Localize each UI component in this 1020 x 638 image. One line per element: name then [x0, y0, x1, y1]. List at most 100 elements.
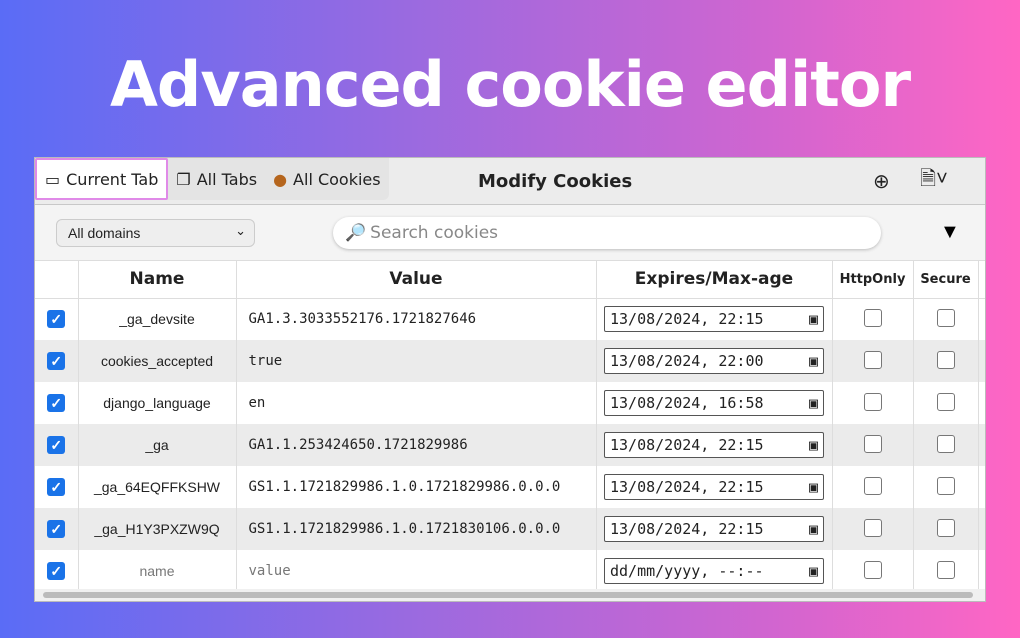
tab-all-cookies[interactable]: ●All Cookies: [265, 158, 389, 200]
secure-cell: [913, 550, 978, 592]
horizontal-scrollbar[interactable]: [35, 589, 986, 601]
expires-value: 13/08/2024, 22:15: [610, 436, 764, 454]
row-checkbox[interactable]: ✓: [47, 394, 65, 412]
calendar-icon[interactable]: ▣: [809, 562, 818, 580]
banner-title: Advanced cookie editor: [0, 48, 1020, 121]
more-cell: [978, 298, 986, 340]
cookie-value: value: [249, 563, 291, 579]
cookie-value: GS1.1.1721829986.1.0.1721829986.0.0.0: [249, 479, 561, 495]
tab-current-tab[interactable]: ▭Current Tab: [35, 158, 168, 200]
expires-input[interactable]: 13/08/2024, 22:15 ▣: [604, 474, 824, 500]
calendar-icon[interactable]: ▣: [809, 394, 818, 412]
name-cell[interactable]: cookies_accepted: [78, 340, 236, 382]
header-value[interactable]: Value: [236, 261, 596, 298]
row-checkbox[interactable]: ✓: [47, 436, 65, 454]
domain-select-value: All domains: [68, 225, 140, 241]
more-cell: [978, 424, 986, 466]
row-checkbox[interactable]: ✓: [47, 520, 65, 538]
tab-all-tabs[interactable]: ❐All Tabs: [168, 158, 265, 200]
header-secure[interactable]: Secure: [913, 261, 978, 298]
expires-input[interactable]: 13/08/2024, 22:00▣: [604, 348, 824, 374]
cookie-name: _ga: [145, 437, 168, 453]
name-cell[interactable]: _ga_64EQFFKSHW: [78, 466, 236, 508]
expires-input[interactable]: 13/08/2024, 22:15▣: [604, 516, 824, 542]
httponly-checkbox[interactable]: [864, 519, 882, 537]
value-cell[interactable]: GA1.1.253424650.1721829986: [236, 424, 596, 466]
window-icon: ▭: [45, 170, 60, 189]
secure-cell: [913, 382, 978, 424]
domain-select[interactable]: All domains⌄: [56, 219, 255, 247]
value-cell[interactable]: GS1.1.1721829986.1.0.1721829986.0.0.0: [236, 466, 596, 508]
filter-icon[interactable]: ▼: [940, 221, 960, 244]
secure-checkbox[interactable]: [937, 435, 955, 453]
httponly-checkbox[interactable]: [864, 393, 882, 411]
export-menu-icon[interactable]: 🗎˅: [920, 164, 948, 198]
expires-cell: 13/08/2024, 22:15▣: [596, 298, 832, 340]
secure-checkbox[interactable]: [937, 561, 955, 579]
calendar-icon[interactable]: ▣: [809, 520, 818, 538]
row-checkbox[interactable]: ✓: [47, 478, 65, 496]
table-row: ✓ _ga_devsite GA1.3.3033552176.172182764…: [35, 298, 986, 340]
more-cell: [978, 382, 986, 424]
add-cookie-icon[interactable]: ⊕: [873, 169, 890, 194]
secure-checkbox[interactable]: [937, 351, 955, 369]
name-cell[interactable]: _ga_H1Y3PXZW9Q: [78, 508, 236, 550]
httponly-checkbox[interactable]: [864, 561, 882, 579]
cookie-value: GA1.1.253424650.1721829986: [249, 437, 468, 453]
value-cell[interactable]: GS1.1.1721829986.1.0.1721830106.0.0.0: [236, 508, 596, 550]
header-name[interactable]: Name: [78, 261, 236, 298]
expires-value: 13/08/2024, 22:15: [610, 478, 764, 496]
select-cell: ✓: [35, 424, 78, 466]
name-cell[interactable]: django_language: [78, 382, 236, 424]
select-cell: ✓: [35, 508, 78, 550]
httponly-checkbox[interactable]: [864, 309, 882, 327]
value-cell[interactable]: en: [236, 382, 596, 424]
expires-cell: 13/08/2024, 22:00▣: [596, 340, 832, 382]
header-httponly[interactable]: HttpOnly: [832, 261, 913, 298]
name-cell[interactable]: _ga: [78, 424, 236, 466]
httponly-checkbox[interactable]: [864, 435, 882, 453]
value-cell[interactable]: true: [236, 340, 596, 382]
calendar-icon[interactable]: ▣: [809, 352, 818, 370]
httponly-checkbox[interactable]: [864, 351, 882, 369]
secure-checkbox[interactable]: [937, 519, 955, 537]
scrollbar-thumb[interactable]: [43, 592, 973, 598]
expires-input[interactable]: 13/08/2024, 16:58▣: [604, 390, 824, 416]
name-cell[interactable]: name: [78, 550, 236, 592]
secure-cell: [913, 508, 978, 550]
cookie-name: _ga_H1Y3PXZW9Q: [94, 521, 219, 537]
expires-input[interactable]: 13/08/2024, 22:15 ▣: [604, 432, 824, 458]
search-input[interactable]: 🔎Search cookies: [333, 217, 881, 249]
expires-input[interactable]: 13/08/2024, 22:15▣: [604, 306, 824, 332]
more-cell: [978, 340, 986, 382]
calendar-icon[interactable]: ▣: [809, 478, 818, 496]
select-cell: ✓: [35, 298, 78, 340]
name-cell[interactable]: _ga_devsite: [78, 298, 236, 340]
calendar-icon[interactable]: ▣: [809, 310, 818, 328]
expires-value: dd/mm/yyyy, --:--: [610, 562, 764, 580]
secure-cell: [913, 340, 978, 382]
cookie-name: django_language: [103, 395, 210, 411]
httponly-cell: [832, 508, 913, 550]
value-cell[interactable]: GA1.3.3033552176.1721827646: [236, 298, 596, 340]
secure-checkbox[interactable]: [937, 309, 955, 327]
table-row: ✓ _ga_64EQFFKSHW GS1.1.1721829986.1.0.17…: [35, 466, 986, 508]
expires-cell: 13/08/2024, 16:58▣: [596, 382, 832, 424]
httponly-checkbox[interactable]: [864, 477, 882, 495]
cookie-icon: ●: [273, 170, 287, 189]
search-placeholder: Search cookies: [370, 223, 498, 243]
table-row: ✓ cookies_accepted true 13/08/2024, 22:0…: [35, 340, 986, 382]
httponly-cell: [832, 298, 913, 340]
row-checkbox[interactable]: ✓: [47, 352, 65, 370]
header-expires[interactable]: Expires/Max-age: [596, 261, 832, 298]
tab-label: All Tabs: [197, 170, 257, 189]
expires-input[interactable]: dd/mm/yyyy, --:-- ▣: [604, 558, 824, 584]
secure-checkbox[interactable]: [937, 393, 955, 411]
row-checkbox[interactable]: ✓: [47, 562, 65, 580]
row-checkbox[interactable]: ✓: [47, 310, 65, 328]
calendar-icon[interactable]: ▣: [809, 436, 818, 454]
select-cell: ✓: [35, 340, 78, 382]
cookie-table: Name Value Expires/Max-age HttpOnly Secu…: [35, 261, 986, 592]
secure-checkbox[interactable]: [937, 477, 955, 495]
value-cell[interactable]: value: [236, 550, 596, 592]
